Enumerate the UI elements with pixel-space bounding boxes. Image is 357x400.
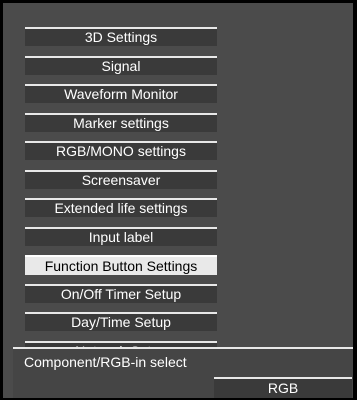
menu-item-3d-settings[interactable]: 3D Settings (25, 27, 217, 46)
menu-item-screensaver[interactable]: Screensaver (25, 169, 217, 189)
menu-item-on-off-timer-setup[interactable]: On/Off Timer Setup (25, 283, 217, 303)
component-rgb-select-panel: Component/RGB-in select RGB (13, 347, 353, 398)
setup-menu-panel: 3D Settings Signal Waveform Monitor Mark… (3, 3, 353, 398)
menu-item-function-button-settings[interactable]: Function Button Settings (25, 255, 217, 275)
menu-item-waveform-monitor[interactable]: Waveform Monitor (25, 84, 217, 103)
setup-menu-list: 3D Settings Signal Waveform Monitor Mark… (25, 27, 217, 369)
osd-screen: 3D Settings Signal Waveform Monitor Mark… (0, 0, 357, 400)
component-rgb-value: RGB (267, 380, 299, 396)
menu-item-rgb-mono-settings[interactable]: RGB/MONO settings (25, 141, 217, 160)
component-rgb-value-selector[interactable]: RGB (214, 377, 352, 398)
sub-panel-title: Component/RGB-in select (24, 354, 187, 370)
menu-item-day-time-setup[interactable]: Day/Time Setup (25, 312, 217, 331)
menu-item-signal[interactable]: Signal (25, 55, 217, 75)
menu-item-marker-settings[interactable]: Marker settings (25, 112, 217, 132)
menu-item-input-label[interactable]: Input label (25, 226, 217, 246)
menu-item-extended-life-settings[interactable]: Extended life settings (25, 198, 217, 217)
